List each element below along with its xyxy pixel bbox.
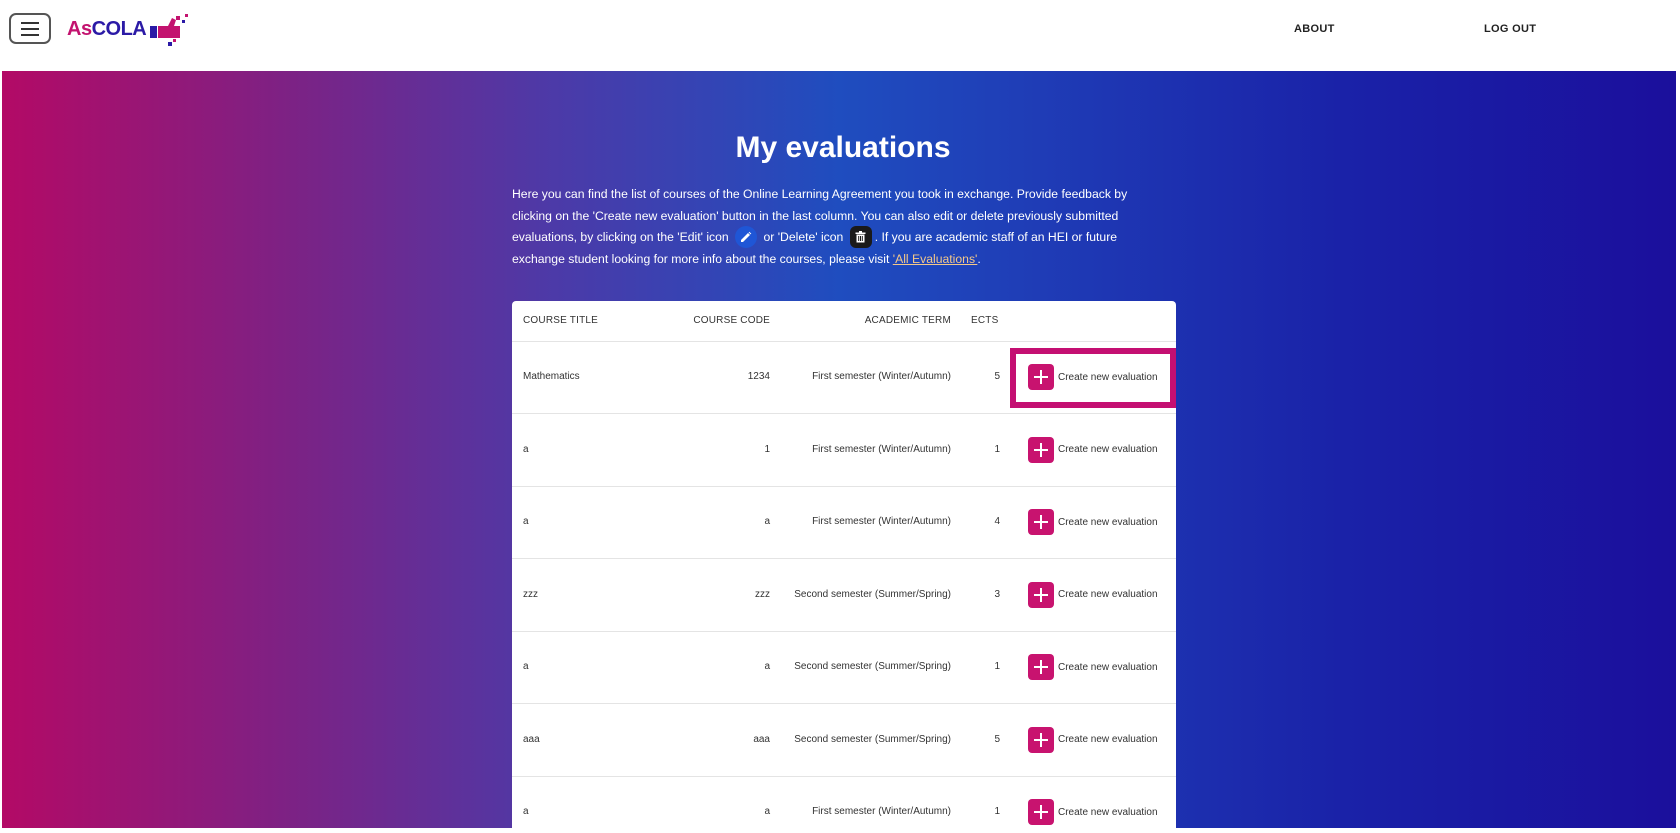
course-title-cell: aaa xyxy=(523,733,540,745)
table-row: a 1 First semester (Winter/Autumn) 1 Create … xyxy=(512,414,1176,487)
table-header: COURSE TITLE COURSE CODE ACADEMIC TERM E… xyxy=(512,301,1176,342)
create-new-evaluation-label: Create new evaluation xyxy=(1058,444,1158,455)
plus-icon xyxy=(1028,654,1054,680)
nav-logout-link[interactable]: LOG OUT xyxy=(1484,23,1536,35)
create-new-evaluation-button[interactable]: Create new evaluation xyxy=(1028,436,1158,463)
plus-icon xyxy=(1028,509,1054,535)
course-title-cell: Mathematics xyxy=(523,371,580,382)
create-new-evaluation-button[interactable]: Create new evaluation xyxy=(1028,799,1158,825)
column-header-course-title: COURSE TITLE xyxy=(523,315,599,326)
column-header-ects: ECTS xyxy=(971,315,999,326)
ects-cell: 5 xyxy=(994,733,1000,745)
hamburger-icon-bar xyxy=(21,27,39,30)
ects-cell: 4 xyxy=(994,516,1000,527)
table-row: a a First semester (Winter/Autumn) 1 Create … xyxy=(512,776,1176,833)
plus-icon xyxy=(1028,581,1054,608)
hamburger-menu-button[interactable] xyxy=(9,13,51,44)
highlight-box xyxy=(1010,348,1176,408)
course-code-cell: 1 xyxy=(764,443,770,455)
create-new-evaluation-label: Create new evaluation xyxy=(1058,734,1158,745)
course-title-cell: a xyxy=(523,516,529,527)
top-header: AsCOLA ABOUT LOG OUT xyxy=(0,0,1680,70)
table-row: a a First semester (Winter/Autumn) 4 Create … xyxy=(512,486,1176,559)
course-title-cell: a xyxy=(523,443,529,455)
ects-cell: 1 xyxy=(994,661,1000,672)
academic-term-cell: First semester (Winter/Autumn) xyxy=(812,516,951,527)
nav-about-link[interactable]: ABOUT xyxy=(1294,23,1335,35)
column-header-academic-term: ACADEMIC TERM xyxy=(864,315,951,326)
logo-text-as: As xyxy=(67,18,92,40)
pencil-icon xyxy=(735,226,758,248)
intro-paragraph: Here you can find the list of courses of… xyxy=(512,184,1144,271)
course-title-cell: a xyxy=(523,661,529,672)
plus-icon xyxy=(1028,799,1054,825)
table-row: aaa aaa Second semester (Summer/Spring) 5 Cr… xyxy=(512,704,1176,777)
table-row: a a Second semester (Summer/Spring) 1 Create… xyxy=(512,631,1176,704)
plus-icon xyxy=(1028,726,1054,753)
ects-cell: 1 xyxy=(994,806,1000,817)
ects-cell: 1 xyxy=(994,443,1000,455)
create-new-evaluation-label: Create new evaluation xyxy=(1058,661,1158,673)
academic-term-cell: First semester (Winter/Autumn) xyxy=(812,371,951,382)
logo-wordmark: AsCOLA xyxy=(67,18,147,41)
column-header-course-code: COURSE CODE xyxy=(693,315,770,326)
course-title-cell: a xyxy=(523,806,529,817)
create-new-evaluation-button[interactable]: Create new evaluation xyxy=(1028,654,1158,680)
create-new-evaluation-button[interactable]: Create new evaluation xyxy=(1028,509,1158,535)
academic-term-cell: Second semester (Summer/Spring) xyxy=(794,661,951,672)
hamburger-icon-bar xyxy=(21,21,39,24)
trash-icon xyxy=(849,226,872,248)
hamburger-icon-bar xyxy=(21,33,39,36)
course-title-cell: zzz xyxy=(523,588,538,600)
plus-icon xyxy=(1028,436,1054,463)
intro-text-2: or 'Delete' icon xyxy=(763,230,844,245)
ects-cell: 5 xyxy=(994,371,1000,382)
table-row: zzz zzz Second semester (Summer/Spring) 3 Cr… xyxy=(512,559,1176,632)
ascola-logo[interactable]: AsCOLA xyxy=(67,10,192,52)
page-title: My evaluations xyxy=(735,131,951,164)
ects-cell: 3 xyxy=(994,588,1000,600)
thumbs-logo-icon xyxy=(150,14,189,46)
academic-term-cell: First semester (Winter/Autumn) xyxy=(812,443,951,455)
academic-term-cell: First semester (Winter/Autumn) xyxy=(812,806,951,817)
course-code-cell: a xyxy=(764,661,770,672)
create-new-evaluation-button[interactable]: Create new evaluation xyxy=(1028,726,1158,753)
course-code-cell: 1234 xyxy=(747,371,770,382)
create-new-evaluation-label: Create new evaluation xyxy=(1058,589,1158,600)
create-new-evaluation-label: Create new evaluation xyxy=(1058,806,1158,818)
course-code-cell: a xyxy=(764,516,770,527)
intro-text-4: . xyxy=(977,252,981,266)
logo-text-cola: COLA xyxy=(91,18,147,40)
academic-term-cell: Second semester (Summer/Spring) xyxy=(794,588,951,600)
create-new-evaluation-label: Create new evaluation xyxy=(1058,516,1158,528)
academic-term-cell: Second semester (Summer/Spring) xyxy=(794,733,951,745)
course-code-cell: zzz xyxy=(755,588,770,600)
course-code-cell: a xyxy=(764,806,770,817)
create-new-evaluation-button[interactable]: Create new evaluation xyxy=(1028,581,1158,608)
all-evaluations-link[interactable]: 'All Evaluations' xyxy=(893,252,978,266)
course-code-cell: aaa xyxy=(753,733,770,745)
